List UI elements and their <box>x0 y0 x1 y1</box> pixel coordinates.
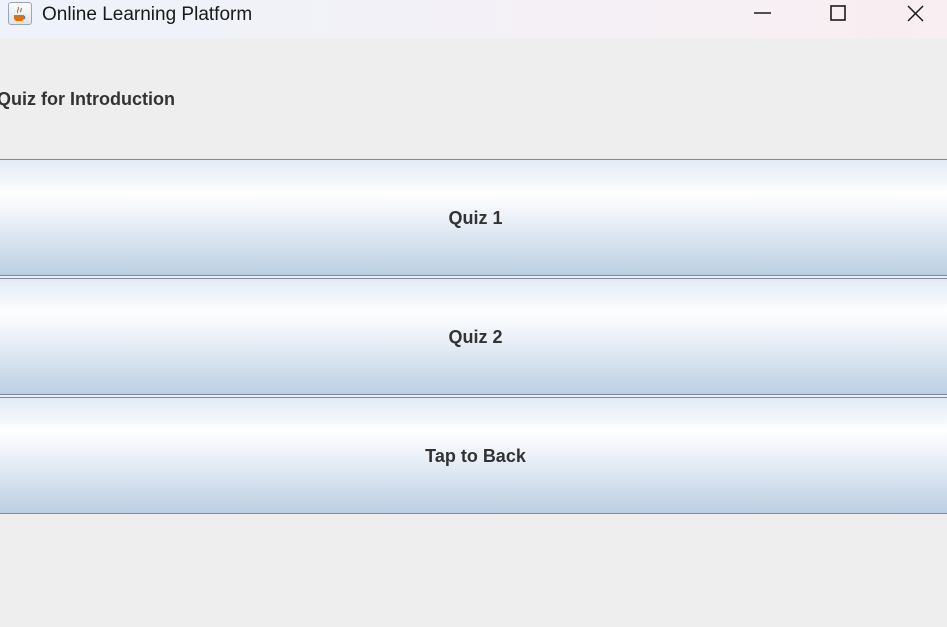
maximize-button[interactable] <box>811 0 867 28</box>
java-cup-icon[interactable] <box>8 2 32 25</box>
maximize-icon <box>830 5 846 21</box>
back-button-label: Tap to Back <box>425 446 526 466</box>
title-bar[interactable]: Online Learning Platform <box>0 0 947 38</box>
close-icon <box>907 5 924 22</box>
app-window: Online Learning Platform Quiz for Introd… <box>0 0 947 627</box>
quiz-2-button[interactable]: Quiz 2 <box>0 278 947 395</box>
minimize-icon <box>754 12 771 14</box>
quiz-2-button-label: Quiz 2 <box>448 327 503 347</box>
quiz-1-button[interactable]: Quiz 1 <box>0 159 947 276</box>
window-title: Online Learning Platform <box>42 4 253 25</box>
close-button[interactable] <box>888 0 944 28</box>
back-button[interactable]: Tap to Back <box>0 397 947 514</box>
quiz-1-button-label: Quiz 1 <box>448 208 503 228</box>
minimize-button[interactable] <box>735 0 791 28</box>
page-heading: Quiz for Introduction <box>0 89 175 109</box>
